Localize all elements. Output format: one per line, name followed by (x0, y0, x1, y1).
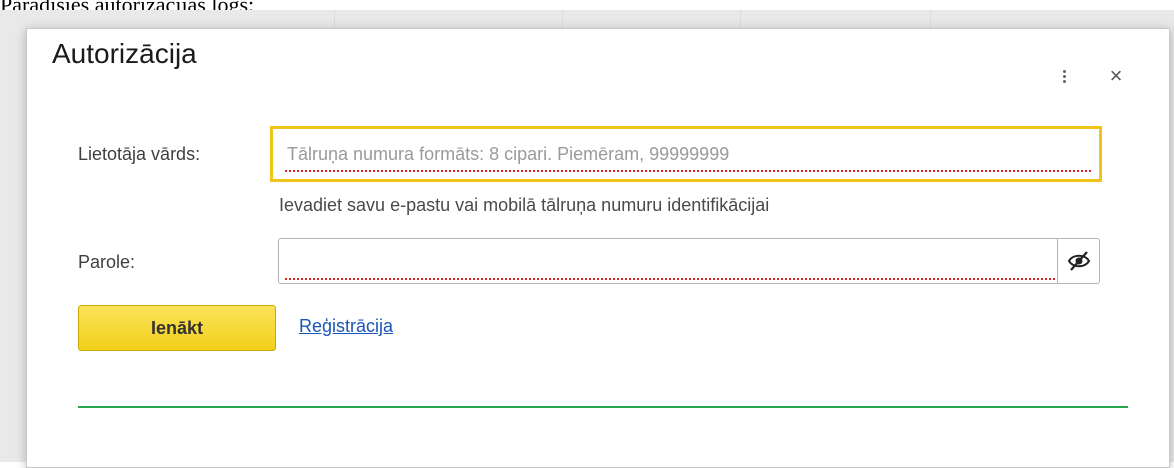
password-field-frame[interactable] (278, 238, 1100, 284)
more-vertical-icon[interactable] (1058, 68, 1070, 92)
username-input[interactable] (287, 139, 1087, 169)
spellcheck-underline (285, 278, 1055, 280)
progress-indicator-line (78, 406, 1128, 408)
close-icon[interactable]: × (1104, 64, 1128, 88)
background-grid-line (740, 10, 741, 30)
background-grid-line (562, 10, 563, 30)
username-field-frame[interactable] (270, 126, 1102, 182)
eye-hidden-glyph (1067, 251, 1091, 271)
login-button[interactable]: Ienākt (78, 305, 276, 351)
spellcheck-underline (285, 170, 1091, 172)
background-grid-line (930, 10, 931, 30)
background-grid-line (334, 10, 335, 30)
eye-hidden-icon[interactable] (1057, 239, 1099, 283)
register-link[interactable]: Reģistrācija (299, 316, 393, 337)
dialog-title: Autorizācija (52, 38, 197, 69)
password-label: Parole: (78, 252, 136, 272)
username-label: Lietotāja vārds: (78, 144, 201, 164)
password-input[interactable] (287, 247, 1047, 275)
username-hint: Ievadiet savu e-pastu vai mobilā tālruņa… (279, 195, 770, 215)
